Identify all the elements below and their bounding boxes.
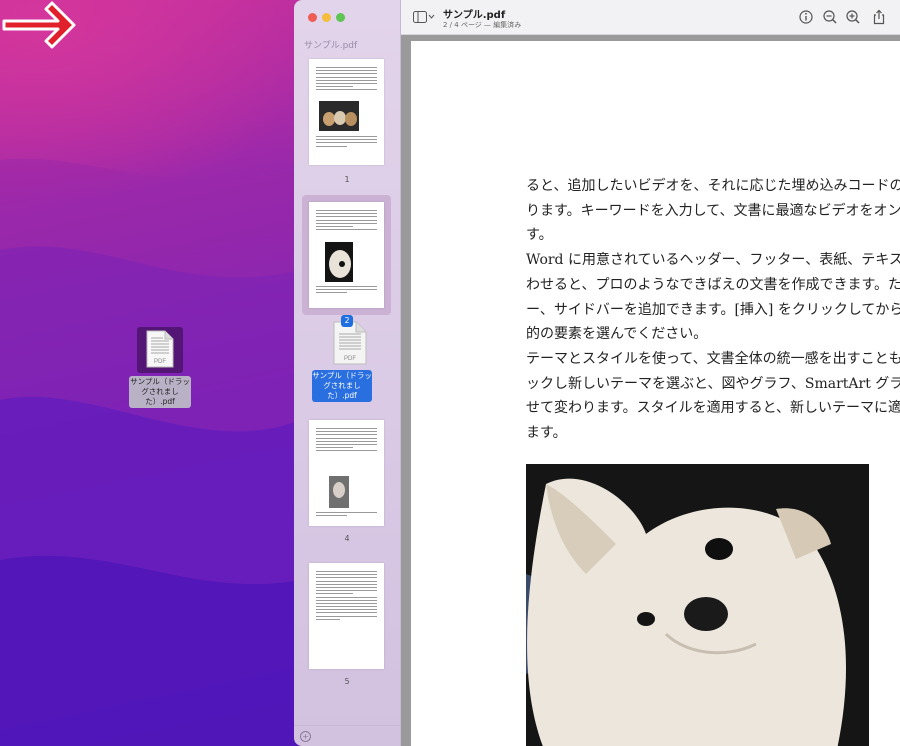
page-thumbnail-1[interactable]	[309, 59, 384, 165]
red-arrow-icon	[2, 1, 76, 49]
pdf-type-label: PDF	[154, 359, 166, 365]
text-line: ます。	[526, 425, 567, 442]
pdf-file-icon: PDF	[146, 330, 174, 368]
text-line: ー、サイドバーを追加できます。[挿入] をクリックしてから	[526, 301, 900, 318]
text-line: す。	[526, 227, 553, 244]
text-line: 的の要素を選んでください。	[526, 326, 708, 343]
sidebar-footer: +	[294, 725, 400, 746]
desktop-file-name: サンプル（ドラッグされました）.pdf	[129, 376, 191, 408]
page-number-5: 5	[344, 677, 350, 686]
text-line: わせると、プロのようなできばえの文書を作成できます。たと	[526, 276, 900, 293]
dog-photo-image	[526, 464, 869, 746]
close-window-button[interactable]	[308, 13, 317, 22]
thumbnail-photo	[329, 476, 349, 508]
add-page-icon[interactable]: +	[300, 731, 311, 742]
thumbnail-photo	[325, 242, 353, 282]
pdf-type-label: PDF	[344, 356, 356, 362]
file-selection-highlight: PDF	[137, 327, 183, 373]
fullscreen-window-button[interactable]	[336, 13, 345, 22]
sidebar-toggle-icon[interactable]	[413, 11, 435, 23]
window-title: サンプル.pdf	[443, 10, 506, 21]
sidebar-document-title: サンプル.pdf	[304, 41, 358, 51]
desktop-pdf-file[interactable]: PDF サンプル（ドラッグされました）.pdf	[128, 327, 192, 408]
text-line: ります。キーワードを入力して、文書に最適なビデオをオンラ	[526, 202, 900, 219]
drag-count-badge: 2	[341, 315, 353, 327]
page-number-1: 1	[344, 175, 350, 184]
zoom-in-icon[interactable]	[845, 9, 861, 25]
page-thumbnail-2[interactable]	[309, 202, 384, 308]
minimize-window-button[interactable]	[322, 13, 331, 22]
text-line: ックし新しいテーマを選ぶと、図やグラフ、SmartArt グラフ	[526, 375, 900, 392]
page-status: 2 / 4 ページ — 編集済み	[443, 21, 522, 29]
zoom-out-icon[interactable]	[822, 9, 838, 25]
desktop-wallpaper: PDF サンプル（ドラッグされました）.pdf	[0, 0, 300, 746]
page-number-4: 4	[344, 534, 350, 543]
dragged-file-name: サンプル（ドラッグされました）.pdf	[312, 370, 372, 402]
pdf-page: ると、追加したいビデオを、それに応じた埋め込みコードの貼 ります。キーワードを入…	[411, 41, 900, 746]
share-icon[interactable]	[871, 9, 887, 25]
page-body-text: ると、追加したいビデオを、それに応じた埋め込みコードの貼 ります。キーワードを入…	[526, 174, 900, 446]
document-viewer: サンプル.pdf 2 / 4 ページ — 編集済み ると、追加したいビデオを、そ…	[401, 0, 900, 746]
text-line: Word に用意されているヘッダー、フッター、表紙、テキスト	[526, 252, 900, 269]
text-line: ると、追加したいビデオを、それに応じた埋め込みコードの貼	[526, 178, 900, 194]
text-line: せて変わります。スタイルを適用すると、新しいテーマに適合	[526, 400, 900, 417]
dog-photo	[526, 464, 869, 746]
toolbar: サンプル.pdf 2 / 4 ページ — 編集済み	[401, 0, 900, 35]
info-icon[interactable]	[798, 9, 814, 25]
text-line: テーマとスタイルを使って、文書全体の統一感を出すことも	[526, 350, 900, 367]
page-thumbnail-4[interactable]	[309, 420, 384, 526]
thumbnail-photo	[319, 101, 359, 131]
page-thumbnail-5[interactable]	[309, 563, 384, 669]
